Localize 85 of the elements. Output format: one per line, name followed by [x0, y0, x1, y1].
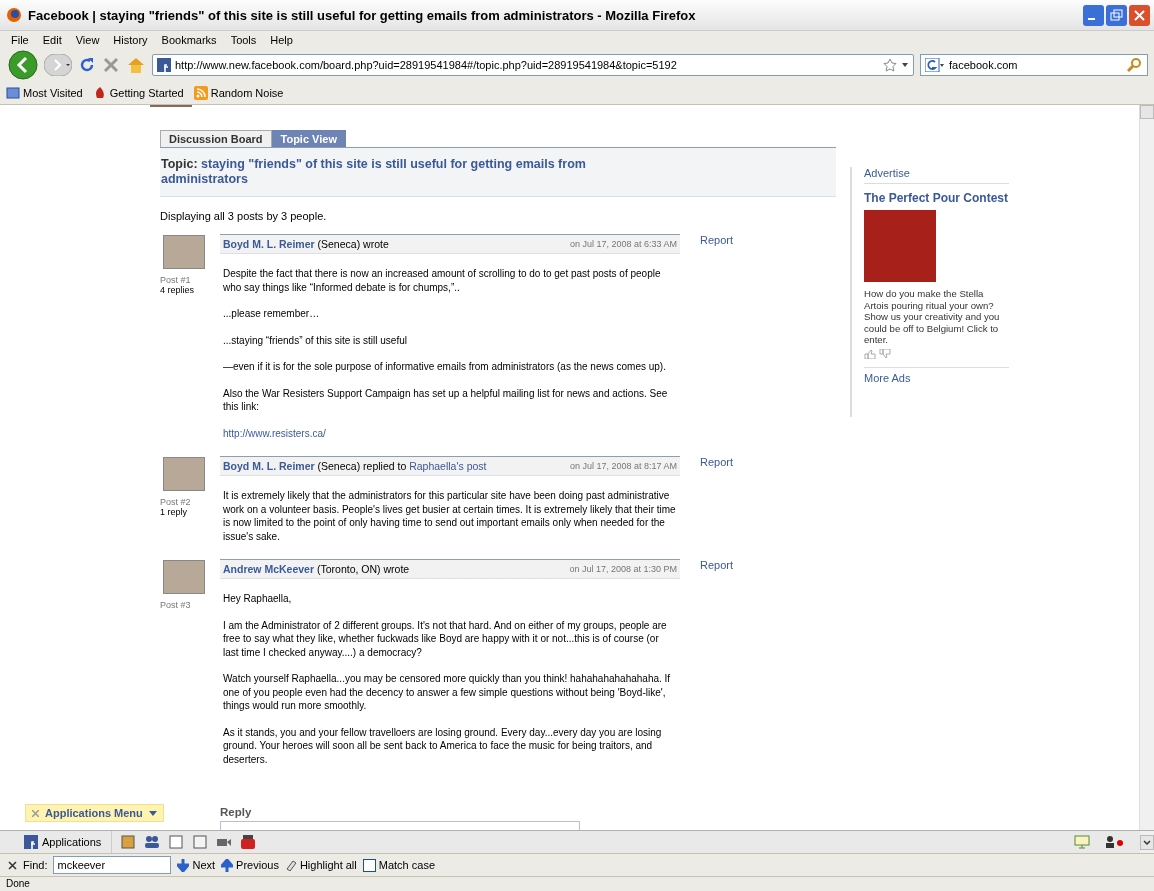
post-date: on Jul 17, 2008 at 1:30 PM: [569, 564, 677, 574]
post-author-line: Boyd M. L. Reimer (Seneca) replied to Raphaella's post: [223, 460, 488, 472]
back-button[interactable]: [8, 50, 38, 80]
reload-icon[interactable]: [78, 56, 96, 74]
post-paragraph: ...staying “friends” of this site is still useful: [223, 333, 408, 347]
post-paragraph: I am the Administrator of 2 different groups. It's not that hard. And on either of my groups, people are free to say what they like, whether fuckwads like Boyd are happy with it or not...this is of course (or last time I checked anyway....) a democracy?: [223, 618, 668, 659]
facebook-icon: [24, 835, 38, 849]
people-icon[interactable]: [144, 835, 161, 849]
tab[interactable]: Topic View: [271, 130, 346, 147]
report-link[interactable]: Report: [680, 456, 734, 468]
down-arrow-icon: [177, 858, 190, 872]
applications-menu-button[interactable]: Applications Menu: [25, 804, 164, 822]
scroll-down-button[interactable]: [1140, 831, 1154, 853]
posts-summary: Displaying all 3 posts by 3 people.: [160, 210, 328, 222]
reply-heading: Reply: [220, 806, 253, 818]
post-meta: Post #2 1 reply: [160, 497, 192, 517]
online-friends-icon[interactable]: [1104, 835, 1126, 849]
star-icon[interactable]: [883, 58, 897, 72]
highlighter-icon: [284, 859, 297, 871]
find-label: Find:: [23, 859, 48, 871]
ad-title[interactable]: The Perfect Pour Contest: [864, 192, 1009, 205]
previous-button[interactable]: Previous: [221, 858, 279, 872]
up-arrow-icon: [221, 858, 234, 872]
folder-icon: [6, 86, 20, 100]
menu-item[interactable]: History: [106, 33, 155, 46]
monitor-icon[interactable]: [1074, 835, 1090, 849]
thumbs-down-icon[interactable]: [879, 348, 891, 359]
menu-item[interactable]: Bookmarks: [154, 33, 224, 46]
stop-icon[interactable]: [102, 56, 120, 74]
thumbs-up-icon[interactable]: [864, 348, 876, 359]
facebook-icon: [157, 58, 171, 72]
find-field[interactable]: mckeever: [53, 856, 172, 874]
restore-button[interactable]: [1106, 4, 1127, 26]
post-meta: Post #3: [160, 600, 192, 610]
post-paragraph: —even if it is for the sole purpose of informative emails from administrators (as the news comes up).: [223, 360, 667, 374]
home-icon[interactable]: [126, 56, 146, 74]
post-paragraph: Also the War Resisters Support Campaign has set up a helpful mailing list for news and actions. See this link:: [223, 386, 669, 414]
post-author-line: Boyd M. L. Reimer (Seneca) wrote: [223, 238, 390, 250]
menu-item[interactable]: Edit: [35, 33, 69, 46]
close-button[interactable]: [1129, 4, 1150, 26]
menu-item[interactable]: View: [68, 33, 107, 46]
report-link[interactable]: Report: [680, 234, 734, 246]
search-icon[interactable]: [1127, 57, 1143, 73]
link[interactable]: http://www.resisters.ca/: [223, 427, 326, 439]
post-author-line: Andrew McKeever (Toronto, ON) wrote: [223, 563, 411, 575]
advertise-link[interactable]: Advertise: [864, 167, 1009, 179]
more-ads-link[interactable]: More Ads: [864, 371, 1009, 384]
menu-item[interactable]: Help: [263, 33, 300, 46]
dropdown-icon: [148, 810, 157, 816]
post-date: on Jul 17, 2008 at 6:33 AM: [569, 239, 677, 249]
close-icon[interactable]: [8, 860, 17, 870]
report-link[interactable]: Report: [680, 559, 734, 571]
post-paragraph: It is extremely likely that the administrators for this particular site have been doing past administrative work on a volunteer basis. People's lives get busier at certain times. It is extremely likely that their time is now limited to the point of only having time to send out important emails only when needed for the issue's sake.: [223, 489, 677, 543]
topic-heading: Topic: staying "friends" of this site is still useful for getting emails from administrators: [160, 148, 836, 197]
next-button[interactable]: Next: [177, 858, 216, 872]
status-text: Done: [0, 876, 1154, 891]
ad-text: How do you make the Stella Artois pouring ritual your own? Show us your creativity and you could be off to Belgium! Click to enter.: [864, 288, 1001, 346]
ad-photo-placeholder: [864, 210, 936, 282]
post-paragraph: Hey Raphaella,: [223, 592, 293, 606]
match-case-label: Match case: [378, 859, 435, 871]
tab[interactable]: Discussion Board: [160, 130, 272, 147]
post-meta: Post #1 4 replies: [160, 275, 196, 295]
highlight-all-button[interactable]: Highlight all: [284, 859, 357, 871]
bookmark[interactable]: Getting Started: [92, 86, 184, 100]
avatar-photo-placeholder: [163, 235, 205, 269]
post-paragraph: Watch yourself Raphaella...you may be censored more quickly than you think! hahahahahahahaha. If one of you people even had the decency to answer a few simple questions without being 'Boyd-like', things would run more smoothly.: [223, 672, 672, 713]
avatar-photo-placeholder: [163, 560, 205, 594]
window-title: Facebook | staying "friends" of this site is still useful for getting emails from administrators - Mozilla Firefox: [28, 7, 697, 23]
post-paragraph: Despite the fact that there is now an increased amount of scrolling to do to get past posts of people who say things like “Informed debate is for chumps,”..: [223, 267, 662, 294]
forward-button[interactable]: [44, 54, 72, 76]
match-case-checkbox[interactable]: [362, 858, 376, 872]
feed-icon: [193, 86, 208, 100]
post-paragraph: ...please remember…: [223, 307, 321, 321]
search-field[interactable]: facebook.com: [920, 54, 1148, 76]
scrollbar[interactable]: [1139, 105, 1154, 830]
avatar-photo-placeholder: [163, 457, 205, 491]
address-field[interactable]: http://www.new.facebook.com/board.php?uid=28919541984#/topic.php?uid=28919541984&topic=5192: [152, 54, 914, 76]
menu-item[interactable]: File: [4, 33, 36, 46]
bookmark[interactable]: Most Visited: [6, 86, 83, 100]
menu-item[interactable]: Tools: [223, 33, 264, 46]
bookmark[interactable]: Random Noise: [193, 86, 284, 100]
post-date: on Jul 17, 2008 at 8:17 AM: [569, 461, 677, 471]
dropdown-icon[interactable]: [901, 62, 909, 68]
minimize-button[interactable]: [1083, 4, 1104, 26]
post-paragraph: As it stands, you and your fellow travelloers are losing ground. Every day...every day you are losing ground. Your heroes will soon all be sent back to America to face the music for being traitors, and deserters.: [223, 725, 663, 766]
